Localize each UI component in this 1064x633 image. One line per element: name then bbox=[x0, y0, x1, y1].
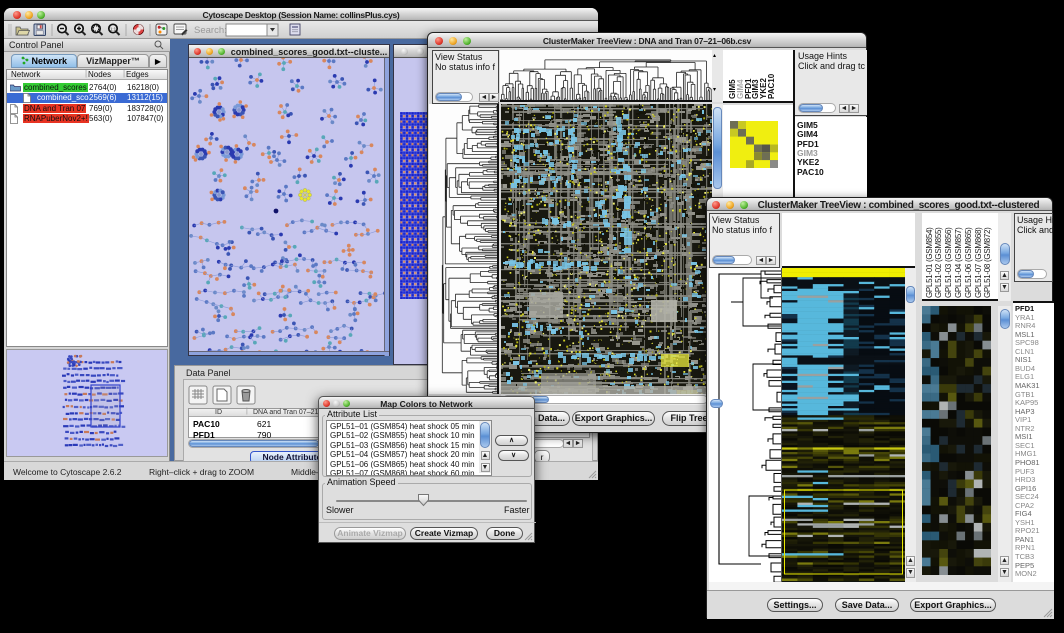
svg-text:Search:: Search: bbox=[194, 25, 227, 36]
svg-text:1:1: 1:1 bbox=[110, 27, 117, 32]
